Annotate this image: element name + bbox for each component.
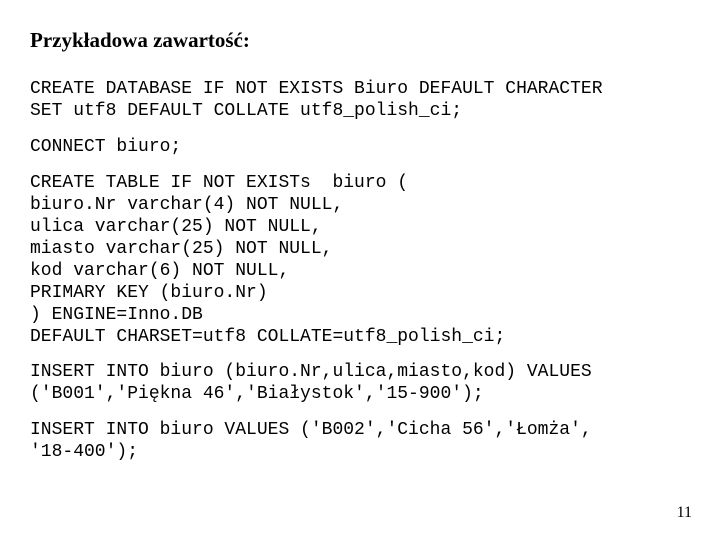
sql-connect: CONNECT biuro; bbox=[30, 137, 690, 159]
page-heading: Przykładowa zawartość: bbox=[30, 28, 690, 53]
sql-insert-1: INSERT INTO biuro (biuro.Nr,ulica,miasto… bbox=[30, 362, 690, 406]
document-page: Przykładowa zawartość: CREATE DATABASE I… bbox=[0, 0, 720, 540]
sql-create-database: CREATE DATABASE IF NOT EXISTS Biuro DEFA… bbox=[30, 79, 690, 123]
sql-insert-2: INSERT INTO biuro VALUES ('B002','Cicha … bbox=[30, 420, 690, 464]
page-number: 11 bbox=[677, 504, 692, 522]
sql-create-table: CREATE TABLE IF NOT EXISTs biuro ( biuro… bbox=[30, 173, 690, 349]
